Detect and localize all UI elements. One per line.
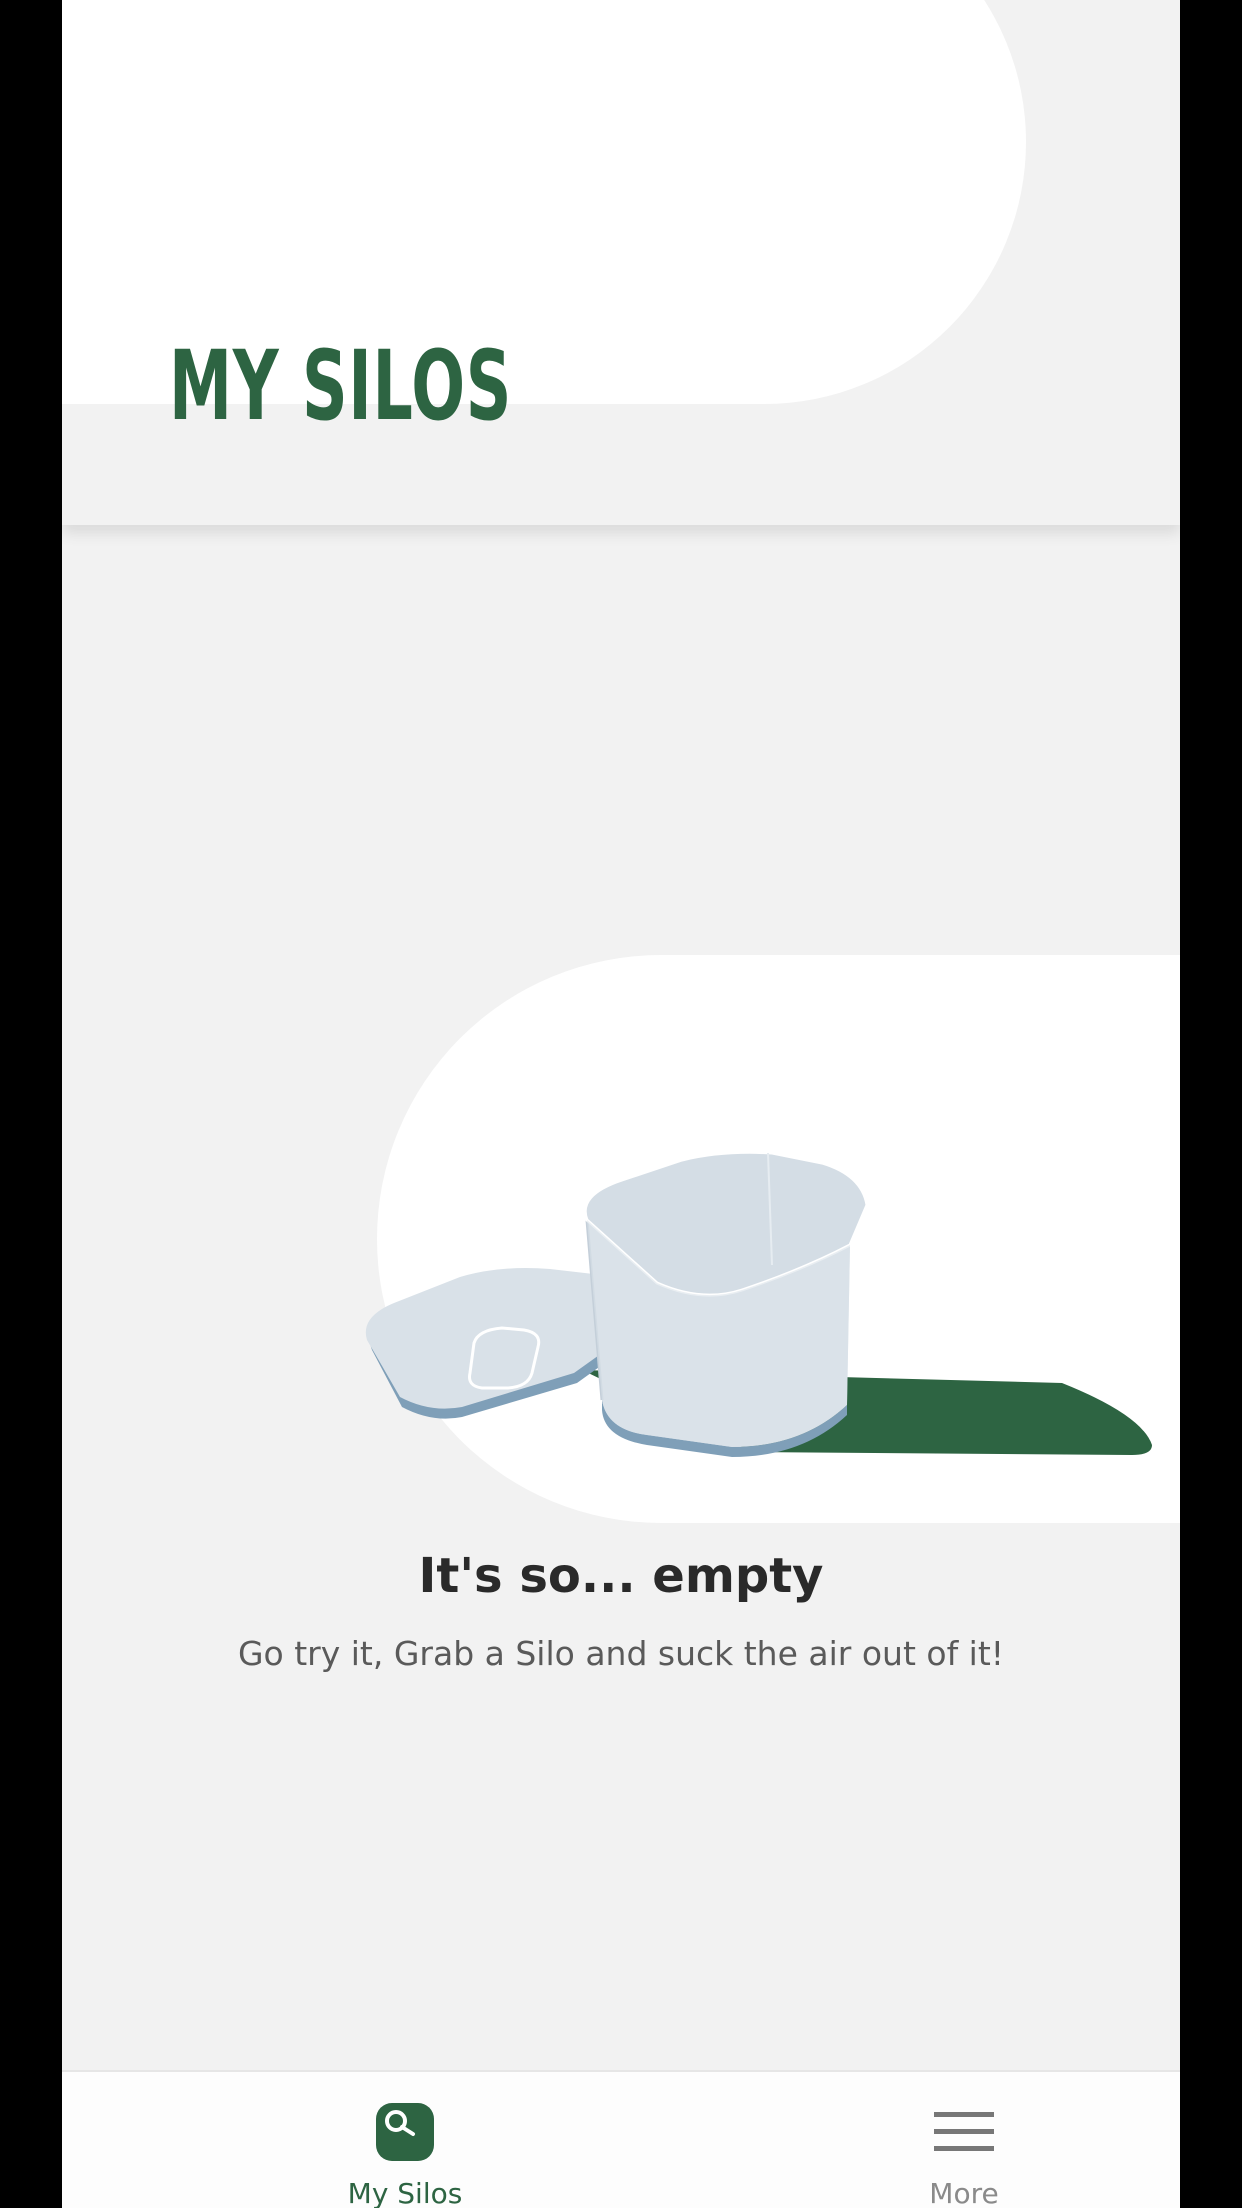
nav-label-my-silos: My Silos <box>347 2177 463 2208</box>
lid <box>365 1268 617 1419</box>
nav-item-my-silos[interactable]: My Silos <box>255 2072 555 2208</box>
nav-item-more[interactable]: More <box>814 2072 1114 2208</box>
nav-label-more: More <box>929 2177 999 2208</box>
app-screen: MY SILOS It's so... empty Go try it, Gra… <box>62 0 1180 2208</box>
empty-state-title: It's so... empty <box>418 1548 824 1604</box>
header: MY SILOS <box>62 0 1180 525</box>
silo-container-illustration <box>365 1150 1152 1457</box>
bottom-navigation: My Silos More <box>62 2070 1180 2208</box>
menu-icon <box>934 2112 994 2151</box>
container-tub <box>583 1150 869 1457</box>
page-title: MY SILOS <box>169 330 513 442</box>
silo-icon <box>376 2103 434 2161</box>
empty-state-subtitle: Go try it, Grab a Silo and suck the air … <box>237 1634 1005 1673</box>
